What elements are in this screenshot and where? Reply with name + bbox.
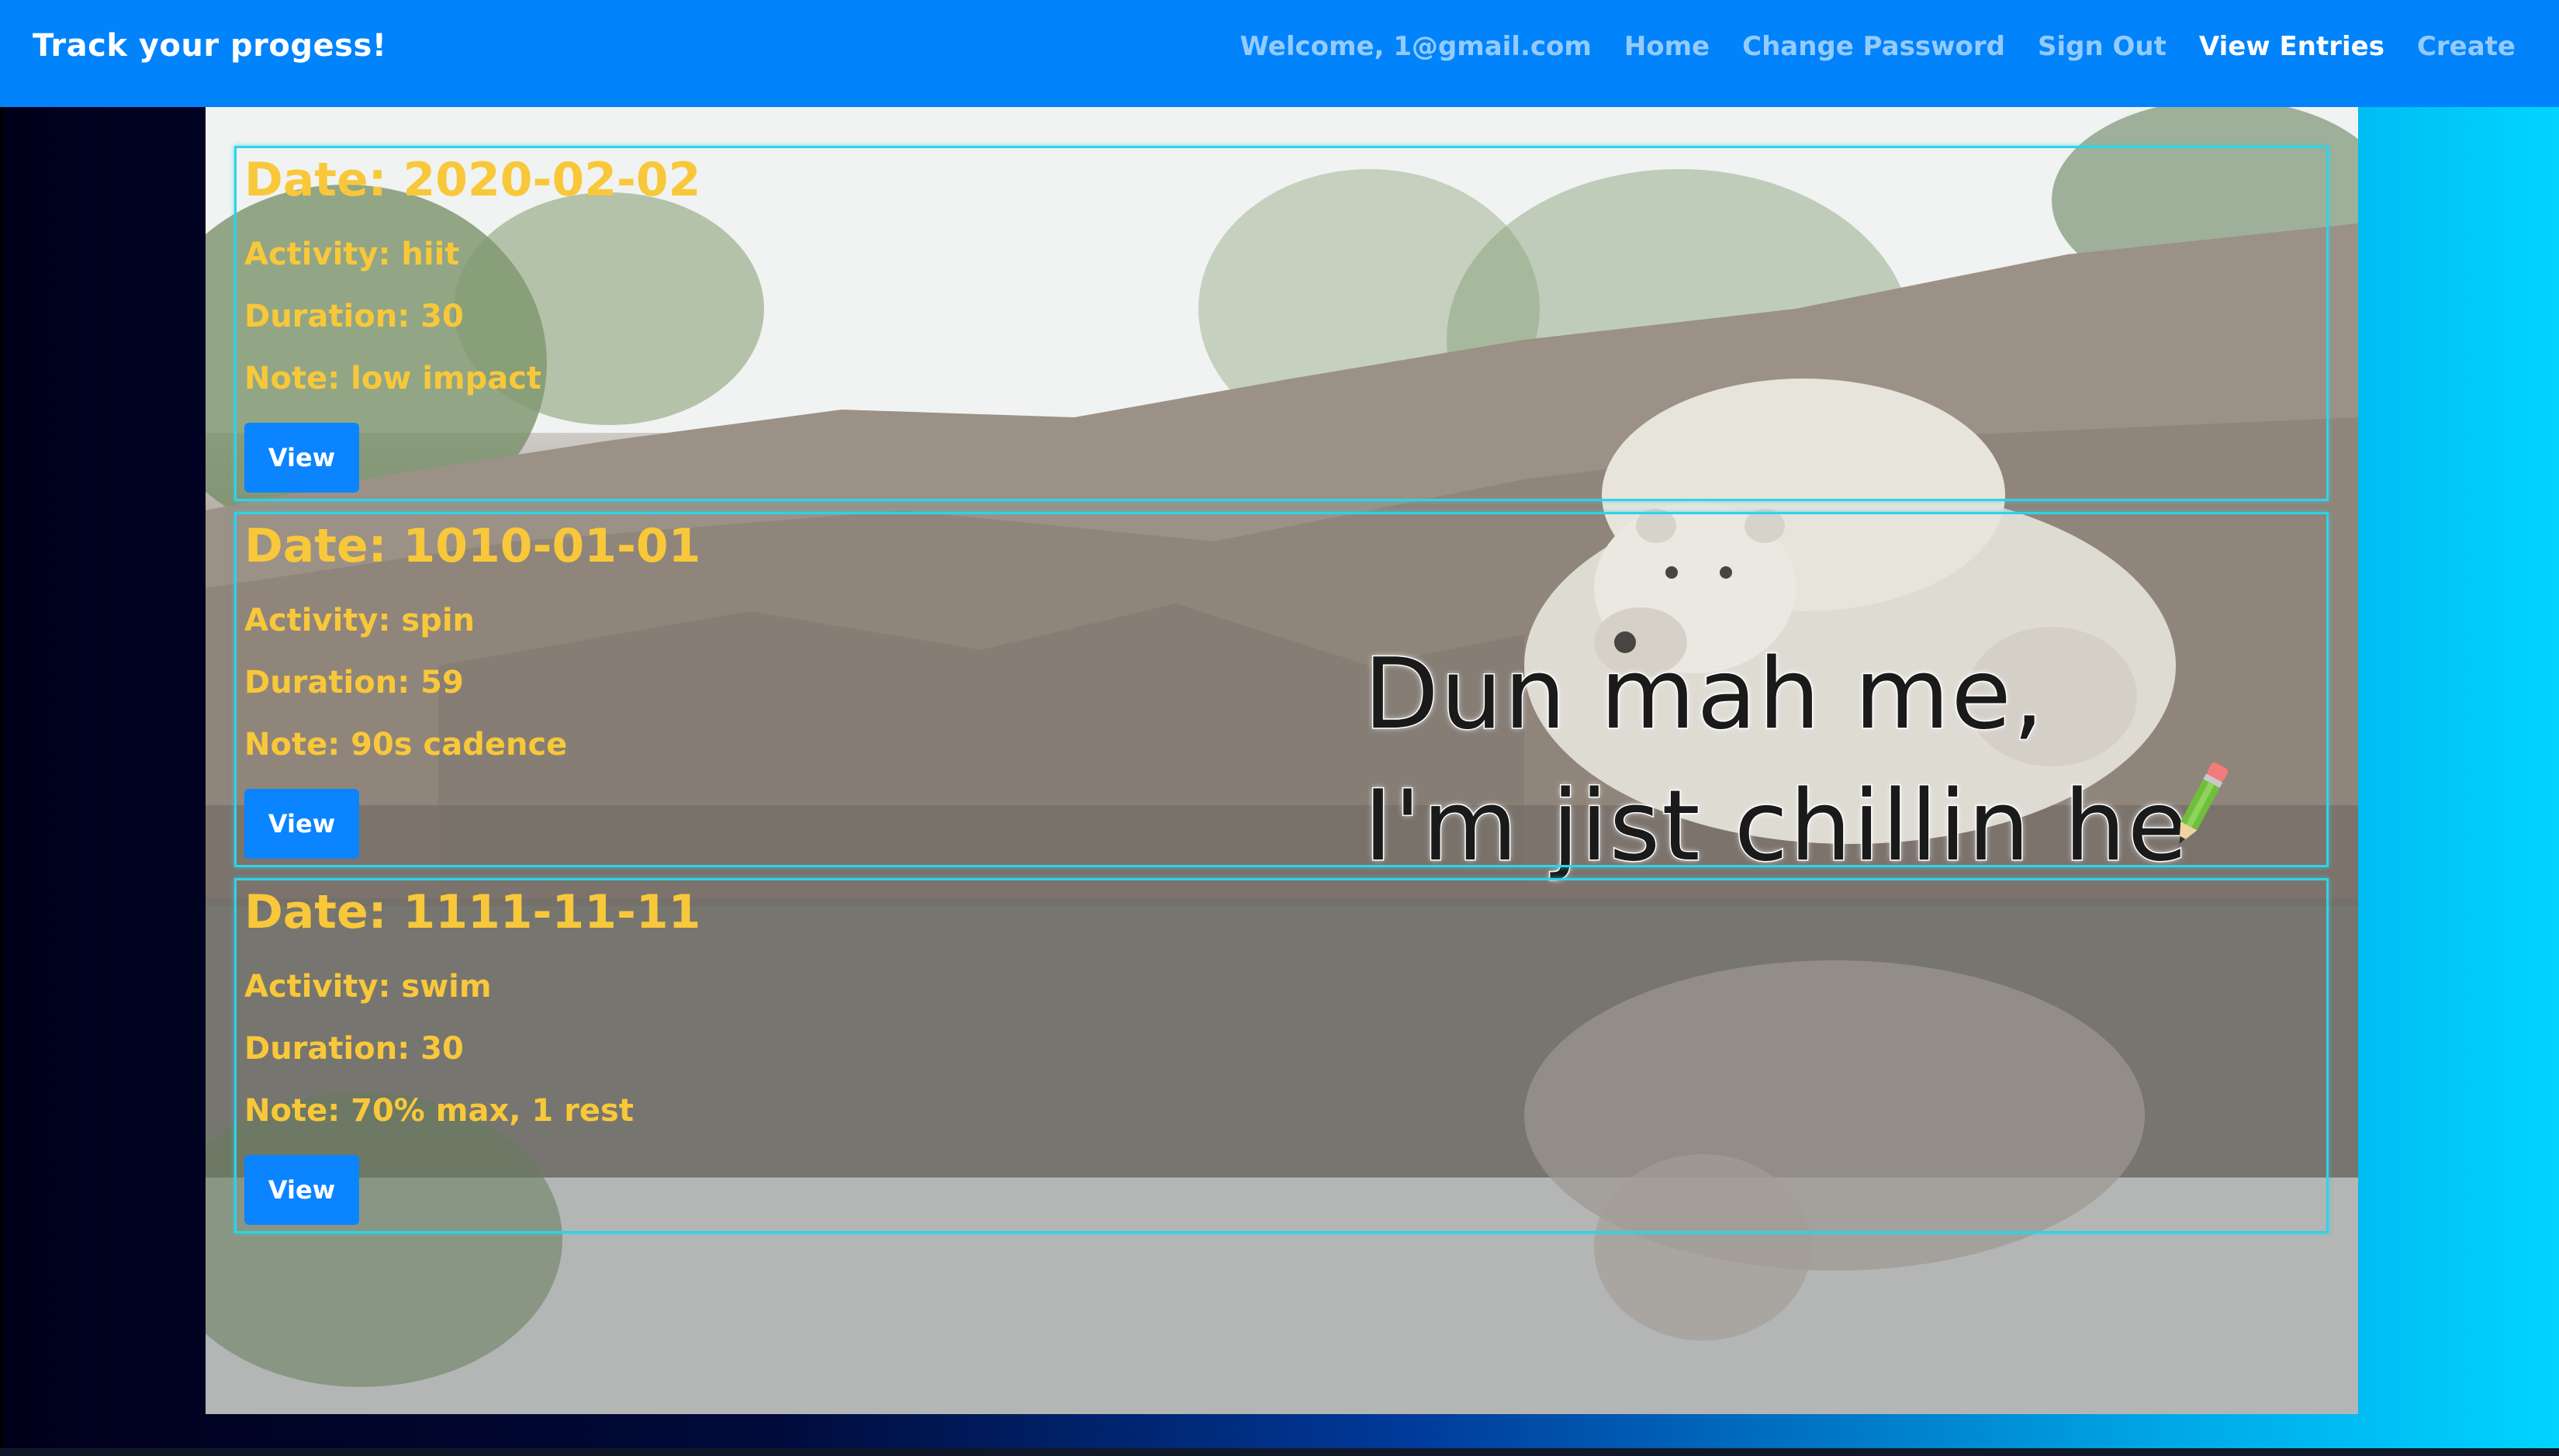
- left-edge: [0, 107, 3, 1456]
- entry-date: Date: 1111-11-11: [244, 885, 701, 939]
- entry-activity: Activity: hiit: [244, 237, 460, 272]
- brand-title[interactable]: Track your progess!: [33, 28, 387, 64]
- welcome-text: Welcome, 1@gmail.com: [1240, 31, 1592, 62]
- entry-card: Date: 2020-02-02 Activity: hiit Duration…: [234, 146, 2329, 501]
- entry-note: Note: 70% max, 1 rest: [244, 1093, 634, 1129]
- entry-card: Date: 1010-01-01 Activity: spin Duration…: [234, 512, 2329, 867]
- entry-activity: Activity: spin: [244, 603, 475, 638]
- entry-duration: Duration: 30: [244, 299, 464, 334]
- nav-view-entries-link[interactable]: View Entries: [2199, 31, 2384, 62]
- nav-create-link[interactable]: Create: [2417, 31, 2516, 62]
- entry-note: Note: 90s cadence: [244, 727, 568, 763]
- entry-activity: Activity: swim: [244, 969, 492, 1005]
- nav-change-password-link[interactable]: Change Password: [1742, 31, 2005, 62]
- entry-card: Date: 1111-11-11 Activity: swim Duration…: [234, 878, 2329, 1233]
- entry-note: Note: low impact: [244, 361, 542, 396]
- view-entry-button[interactable]: View: [244, 1155, 359, 1225]
- entry-duration: Duration: 59: [244, 665, 464, 700]
- view-entry-button[interactable]: View: [244, 423, 359, 493]
- entry-date: Date: 1010-01-01: [244, 519, 701, 573]
- view-entry-button[interactable]: View: [244, 789, 359, 859]
- entry-duration: Duration: 30: [244, 1031, 464, 1067]
- top-navbar: Track your progess! Welcome, 1@gmail.com…: [0, 0, 2559, 107]
- nav-links: Welcome, 1@gmail.com Home Change Passwor…: [1240, 31, 2516, 62]
- bottom-edge: [0, 1448, 2559, 1456]
- entry-date: Date: 2020-02-02: [244, 153, 701, 207]
- entries-list: Date: 2020-02-02 Activity: hiit Duration…: [234, 146, 2329, 1244]
- nav-sign-out-link[interactable]: Sign Out: [2038, 31, 2167, 62]
- nav-home-link[interactable]: Home: [1624, 31, 1710, 62]
